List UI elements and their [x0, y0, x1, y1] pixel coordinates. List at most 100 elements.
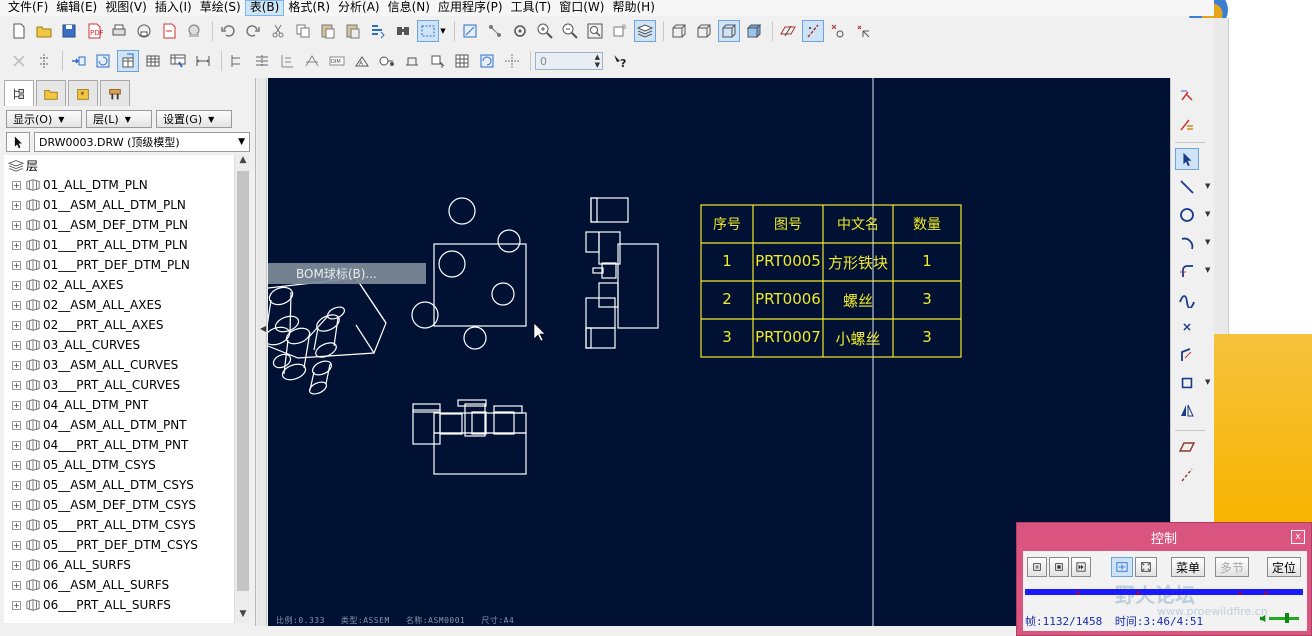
erase-axes-icon[interactable] — [1175, 114, 1199, 136]
fillet-icon[interactable]: ▼ — [1175, 260, 1210, 282]
delete-icon[interactable] — [8, 50, 30, 72]
paste-icon[interactable] — [317, 20, 339, 42]
expand-icon[interactable]: + — [12, 360, 21, 370]
select-model-icon[interactable] — [6, 132, 30, 152]
expand-icon[interactable]: + — [12, 280, 21, 290]
expand-icon[interactable]: + — [12, 540, 21, 550]
front-view[interactable] — [412, 399, 527, 475]
scroll-up-icon[interactable]: ▲ — [235, 155, 251, 169]
expand-icon[interactable]: + — [12, 260, 21, 270]
hidden-line-icon[interactable] — [693, 20, 715, 42]
ref-dim-icon[interactable] — [251, 50, 273, 72]
insert-row-icon[interactable] — [33, 50, 55, 72]
table-grid-icon[interactable] — [451, 50, 473, 72]
menu-item[interactable]: 帮助(H) — [608, 0, 658, 16]
layer-tree-item[interactable]: +05_ALL_DTM_CSYS — [4, 455, 234, 475]
datum-axes-icon[interactable] — [802, 20, 824, 42]
rotate-view-icon[interactable] — [92, 50, 114, 72]
scroll-thumb[interactable] — [237, 171, 249, 591]
expand-icon[interactable]: + — [12, 320, 21, 330]
menu-button[interactable]: 菜单 — [1171, 557, 1205, 577]
expand-icon[interactable]: + — [12, 480, 21, 490]
menu-item[interactable]: 应用程序(P) — [434, 0, 507, 16]
bom-header-cell[interactable]: 中文名 — [823, 214, 893, 234]
close-button[interactable]: x — [1291, 530, 1305, 544]
expand-icon[interactable]: + — [12, 500, 21, 510]
bom-cell[interactable]: 螺丝 — [823, 290, 893, 310]
locate-button[interactable]: 定位 — [1267, 557, 1301, 577]
next-button[interactable] — [1071, 557, 1091, 577]
surface-finish-icon[interactable] — [301, 50, 323, 72]
menu-item[interactable]: 编辑(E) — [52, 0, 101, 16]
bom-header-cell[interactable]: 图号 — [753, 214, 823, 234]
layer-tree-item[interactable]: +04__ASM_ALL_DTM_PNT — [4, 415, 234, 435]
tab-favorites[interactable]: * — [68, 80, 98, 106]
select-arrow-icon[interactable] — [1175, 148, 1199, 170]
layer-tree-item[interactable]: +04___PRT_ALL_DTM_PNT — [4, 435, 234, 455]
bom-cell[interactable]: PRT0006 — [753, 290, 823, 310]
layer-tree-item[interactable]: +01__ASM_ALL_DTM_PLN — [4, 195, 234, 215]
tab-folder-browser[interactable] — [36, 80, 66, 106]
redo-icon[interactable] — [242, 20, 264, 42]
datum-planes-icon[interactable] — [777, 20, 799, 42]
mirror-icon[interactable] — [1175, 400, 1199, 422]
arc-icon[interactable]: ▼ — [1175, 232, 1210, 254]
bom-header-cell[interactable]: 序号 — [701, 214, 753, 234]
tab-model-tree[interactable] — [4, 80, 34, 106]
bom-cell[interactable]: 方形铁块 — [823, 252, 893, 272]
cut-icon[interactable] — [267, 20, 289, 42]
no-hidden-icon[interactable] — [718, 20, 740, 42]
paste-special-icon[interactable] — [342, 20, 364, 42]
rectangle-icon[interactable]: ▼ — [1175, 372, 1210, 394]
symbol-icon[interactable] — [401, 50, 423, 72]
copy-icon[interactable] — [292, 20, 314, 42]
layer-tree-item[interactable]: +05___PRT_DEF_DTM_CSYS — [4, 535, 234, 555]
table-from-file-icon[interactable] — [117, 50, 139, 72]
spin-center-icon[interactable] — [484, 20, 506, 42]
settings-menu-button[interactable]: 设置(G) ▼ — [156, 110, 232, 128]
redraw-icon[interactable] — [459, 20, 481, 42]
expand-icon[interactable]: + — [12, 300, 21, 310]
zoom-out-icon[interactable] — [559, 20, 581, 42]
layer-tree-item[interactable]: +06___PRT_ALL_SURFS — [4, 595, 234, 615]
save-icon[interactable] — [58, 20, 80, 42]
layer-tree-item[interactable]: +01__ASM_DEF_DTM_PLN — [4, 215, 234, 235]
bom-cell[interactable]: 3 — [893, 328, 961, 348]
menu-item[interactable]: 工具(T) — [507, 0, 556, 16]
expand-icon[interactable]: + — [12, 220, 21, 230]
layer-tree-item[interactable]: +03__ASM_ALL_CURVES — [4, 355, 234, 375]
print-icon[interactable] — [108, 20, 130, 42]
tree-root[interactable]: 层 — [4, 155, 234, 175]
sketch-plane-icon[interactable] — [1175, 436, 1199, 458]
regenerate-icon[interactable] — [367, 20, 389, 42]
offset-edge-icon[interactable] — [1175, 344, 1199, 366]
menu-item[interactable]: 草绘(S) — [196, 0, 245, 16]
scroll-down-icon[interactable]: ▼ — [235, 609, 251, 623]
open-folder-icon[interactable] — [33, 20, 55, 42]
context-help-icon[interactable]: ? — [609, 50, 631, 72]
dimension-icon[interactable] — [192, 50, 214, 72]
shading-icon[interactable] — [743, 20, 765, 42]
layer-tree-item[interactable]: +06__ASM_ALL_SURFS — [4, 575, 234, 595]
layer-tree-item[interactable]: +06_ALL_SURFS — [4, 555, 234, 575]
table-icon[interactable] — [142, 50, 164, 72]
bom-cell[interactable]: 3 — [893, 290, 961, 310]
sections-button[interactable]: 多节 — [1215, 557, 1249, 577]
layer-menu-button[interactable]: 层(L) ▼ — [86, 110, 152, 128]
balloon-icon[interactable] — [376, 50, 398, 72]
show-axes-icon[interactable] — [1175, 86, 1199, 108]
layer-tree-item[interactable]: +02__ASM_ALL_AXES — [4, 295, 234, 315]
repeat-region-icon[interactable] — [167, 50, 189, 72]
repeat-region-update-icon[interactable] — [501, 50, 523, 72]
ordinate-dim-icon[interactable] — [226, 50, 248, 72]
active-model-select[interactable]: DRW0003.DRW (顶级模型) ▼ — [34, 132, 250, 152]
actual-size-button[interactable] — [1135, 557, 1157, 577]
volume-slider[interactable] — [1259, 613, 1301, 623]
expand-icon[interactable]: + — [12, 580, 21, 590]
wireframe-icon[interactable] — [668, 20, 690, 42]
collapse-arrow-icon[interactable]: ◀ — [260, 324, 266, 333]
circle-icon[interactable]: ▼ — [1175, 204, 1210, 226]
bom-header-cell[interactable]: 数量 — [893, 214, 961, 234]
reorient-icon[interactable]: B — [609, 20, 631, 42]
undo-icon[interactable] — [217, 20, 239, 42]
